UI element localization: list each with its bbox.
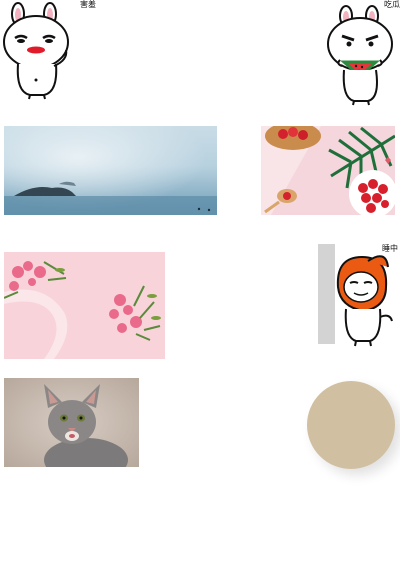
sleepy-caption: 睡中 [382, 244, 398, 253]
misty-sea-photo [4, 126, 217, 215]
beige-circle [307, 381, 395, 469]
eating-rabbit-sticker: 吃瓜 [318, 0, 400, 106]
shy-caption: 害羞 [80, 0, 96, 9]
kitten-photo [4, 378, 139, 467]
strawberry-bowl-photo [261, 126, 395, 215]
shy-rabbit-sticker: 害羞 [0, 0, 100, 100]
pink-flowers-photo [4, 252, 165, 359]
sleepy-rabbit-sticker: 睡中 [318, 243, 400, 347]
eating-caption: 吃瓜 [384, 0, 400, 9]
